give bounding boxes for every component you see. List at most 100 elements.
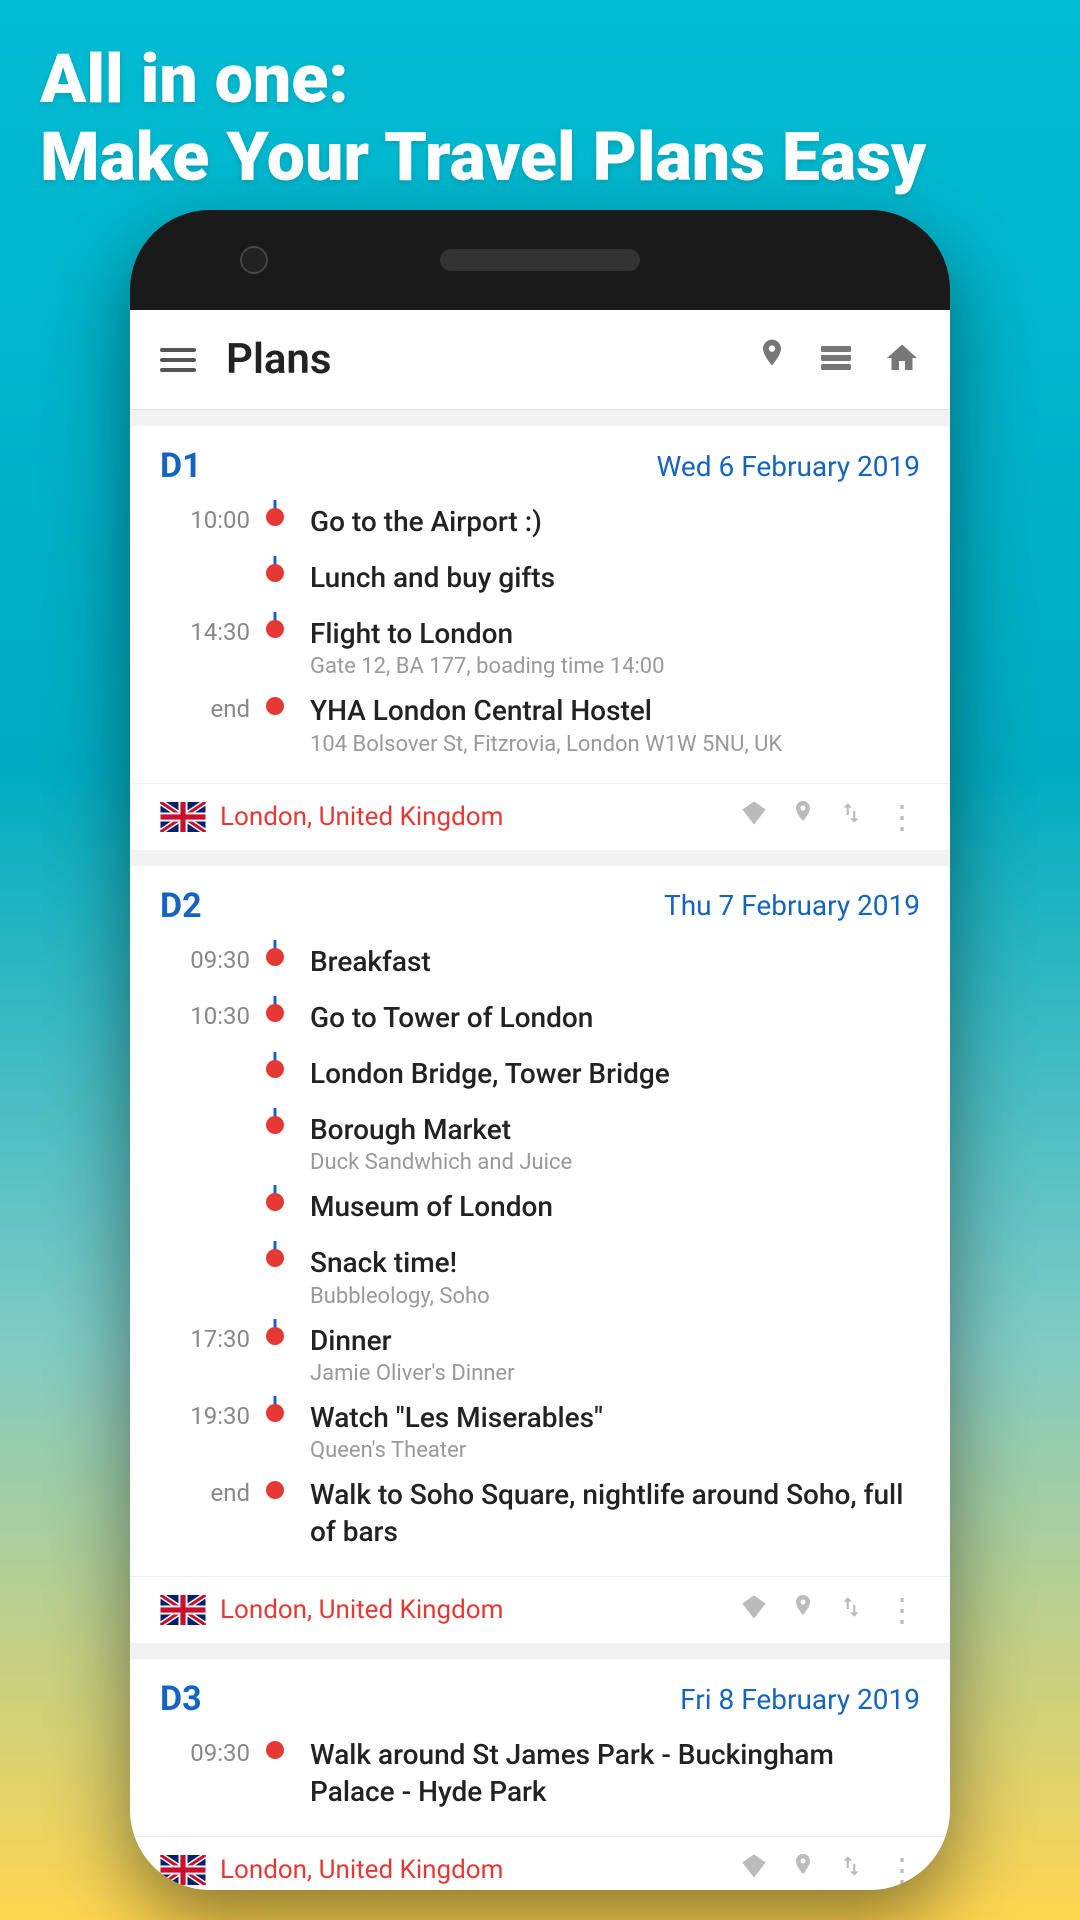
layers-icon[interactable] (818, 343, 854, 377)
day-card-D3: D3 Fri 8 February 2019 09:30 Walk around… (130, 1659, 950, 1890)
timeline-dot (266, 1116, 284, 1134)
timeline-item: 14:30 Flight to London Gate 12, BA 177, … (160, 612, 920, 689)
more-icon[interactable]: ⋮ (886, 1591, 920, 1629)
item-time: end (160, 689, 250, 723)
timeline-dot (266, 564, 284, 582)
phone-screen: Plans D1 Wed 6 February 2019 (130, 310, 950, 1890)
item-subtitle: Jamie Oliver's Dinner (310, 1361, 920, 1386)
timeline-dot (266, 1249, 284, 1267)
day-card-D2: D2 Thu 7 February 2019 09:30 Breakfast 1… (130, 866, 950, 1643)
item-time: 14:30 (160, 612, 250, 646)
diamond-icon[interactable] (740, 1593, 768, 1628)
item-time: 09:30 (160, 940, 250, 974)
pin-icon[interactable] (790, 1593, 816, 1628)
item-title: Dinner (310, 1323, 920, 1359)
timeline-item: end YHA London Central Hostel 104 Bolsov… (160, 689, 920, 766)
location-label: London, United Kingdom (220, 1855, 740, 1885)
location-icon[interactable] (756, 337, 788, 382)
item-time (160, 556, 250, 562)
timeline-dot (266, 620, 284, 638)
scroll-content[interactable]: D1 Wed 6 February 2019 10:00 Go to the A… (130, 410, 950, 1890)
swap-icon[interactable] (838, 799, 864, 834)
location-label: London, United Kingdom (220, 802, 740, 832)
timeline-item: Lunch and buy gifts (160, 556, 920, 612)
more-icon[interactable]: ⋮ (886, 798, 920, 836)
day-footer-D3: London, United Kingdom ⋮ (130, 1836, 950, 1890)
day-date-D3: Fri 8 February 2019 (680, 1683, 920, 1716)
app-bar: Plans (130, 310, 950, 410)
timeline-D2: 09:30 Breakfast 10:30 Go to Tower of Lon… (130, 940, 950, 1576)
item-title: Walk to Soho Square, nightlife around So… (310, 1477, 920, 1550)
phone-top-bar (130, 210, 950, 310)
timeline-dot (266, 1060, 284, 1078)
timeline-item: 09:30 Walk around St James Park - Buckin… (160, 1733, 920, 1820)
pin-icon[interactable] (790, 799, 816, 834)
item-subtitle: Bubbleology, Soho (310, 1284, 920, 1309)
timeline-item: 09:30 Breakfast (160, 940, 920, 996)
day-date-D2: Thu 7 February 2019 (664, 889, 920, 922)
item-subtitle: Gate 12, BA 177, boading time 14:00 (310, 654, 920, 679)
home-icon[interactable] (884, 340, 920, 380)
timeline-item: 10:30 Go to Tower of London (160, 996, 920, 1052)
item-title: Go to Tower of London (310, 1000, 920, 1036)
timeline-dot (266, 948, 284, 966)
timeline-dot (266, 697, 284, 715)
item-time: 19:30 (160, 1396, 250, 1430)
item-subtitle: Queen's Theater (310, 1438, 920, 1463)
menu-button[interactable] (160, 348, 196, 372)
timeline-D3: 09:30 Walk around St James Park - Buckin… (130, 1733, 950, 1836)
timeline-dot (266, 1193, 284, 1211)
item-title: Snack time! (310, 1245, 920, 1281)
timeline-dot (266, 1481, 284, 1499)
item-time (160, 1108, 250, 1114)
timeline-item: Borough Market Duck Sandwhich and Juice (160, 1108, 920, 1185)
timeline-item: London Bridge, Tower Bridge (160, 1052, 920, 1108)
item-title: London Bridge, Tower Bridge (310, 1056, 920, 1092)
timeline-item: 17:30 Dinner Jamie Oliver's Dinner (160, 1319, 920, 1396)
day-label-D2: D2 (160, 886, 202, 926)
item-time (160, 1052, 250, 1058)
timeline-dot (266, 1404, 284, 1422)
item-title: YHA London Central Hostel (310, 693, 920, 729)
item-subtitle: 104 Bolsover St, Fitzrovia, London W1W 5… (310, 732, 920, 757)
day-date-D1: Wed 6 February 2019 (657, 450, 920, 483)
day-label-D3: D3 (160, 1679, 202, 1719)
swap-icon[interactable] (838, 1593, 864, 1628)
phone-camera (240, 246, 268, 274)
timeline-dot (266, 508, 284, 526)
item-title: Breakfast (310, 944, 920, 980)
timeline-dot (266, 1327, 284, 1345)
day-footer-D1: London, United Kingdom ⋮ (130, 783, 950, 850)
item-title: Walk around St James Park - Buckingham P… (310, 1737, 920, 1810)
timeline-item: end Walk to Soho Square, nightlife aroun… (160, 1473, 920, 1560)
item-title: Museum of London (310, 1189, 920, 1225)
swap-icon[interactable] (838, 1852, 864, 1887)
day-footer-D2: London, United Kingdom ⋮ (130, 1576, 950, 1643)
phone-speaker (440, 249, 640, 271)
app-bar-icons (756, 337, 920, 382)
more-icon[interactable]: ⋮ (886, 1851, 920, 1889)
item-time: 09:30 (160, 1733, 250, 1767)
timeline-dot (266, 1741, 284, 1759)
item-time: end (160, 1473, 250, 1507)
item-time: 10:00 (160, 500, 250, 534)
item-time: 17:30 (160, 1319, 250, 1353)
item-time (160, 1185, 250, 1191)
diamond-icon[interactable] (740, 1852, 768, 1887)
item-time: 10:30 (160, 996, 250, 1030)
item-title: Go to the Airport :) (310, 504, 920, 540)
diamond-icon[interactable] (740, 799, 768, 834)
pin-icon[interactable] (790, 1852, 816, 1887)
item-title: Flight to London (310, 616, 920, 652)
phone-shell: Plans D1 Wed 6 February 2019 (130, 210, 950, 1890)
item-title: Watch "Les Miserables" (310, 1400, 920, 1436)
app-title: Plans (226, 335, 756, 384)
location-label: London, United Kingdom (220, 1595, 740, 1625)
timeline-item: 10:00 Go to the Airport :) (160, 500, 920, 556)
timeline-item: Museum of London (160, 1185, 920, 1241)
day-label-D1: D1 (160, 446, 202, 486)
item-subtitle: Duck Sandwhich and Juice (310, 1150, 920, 1175)
day-card-D1: D1 Wed 6 February 2019 10:00 Go to the A… (130, 426, 950, 850)
timeline-item: Snack time! Bubbleology, Soho (160, 1241, 920, 1318)
timeline-item: 19:30 Watch "Les Miserables" Queen's The… (160, 1396, 920, 1473)
